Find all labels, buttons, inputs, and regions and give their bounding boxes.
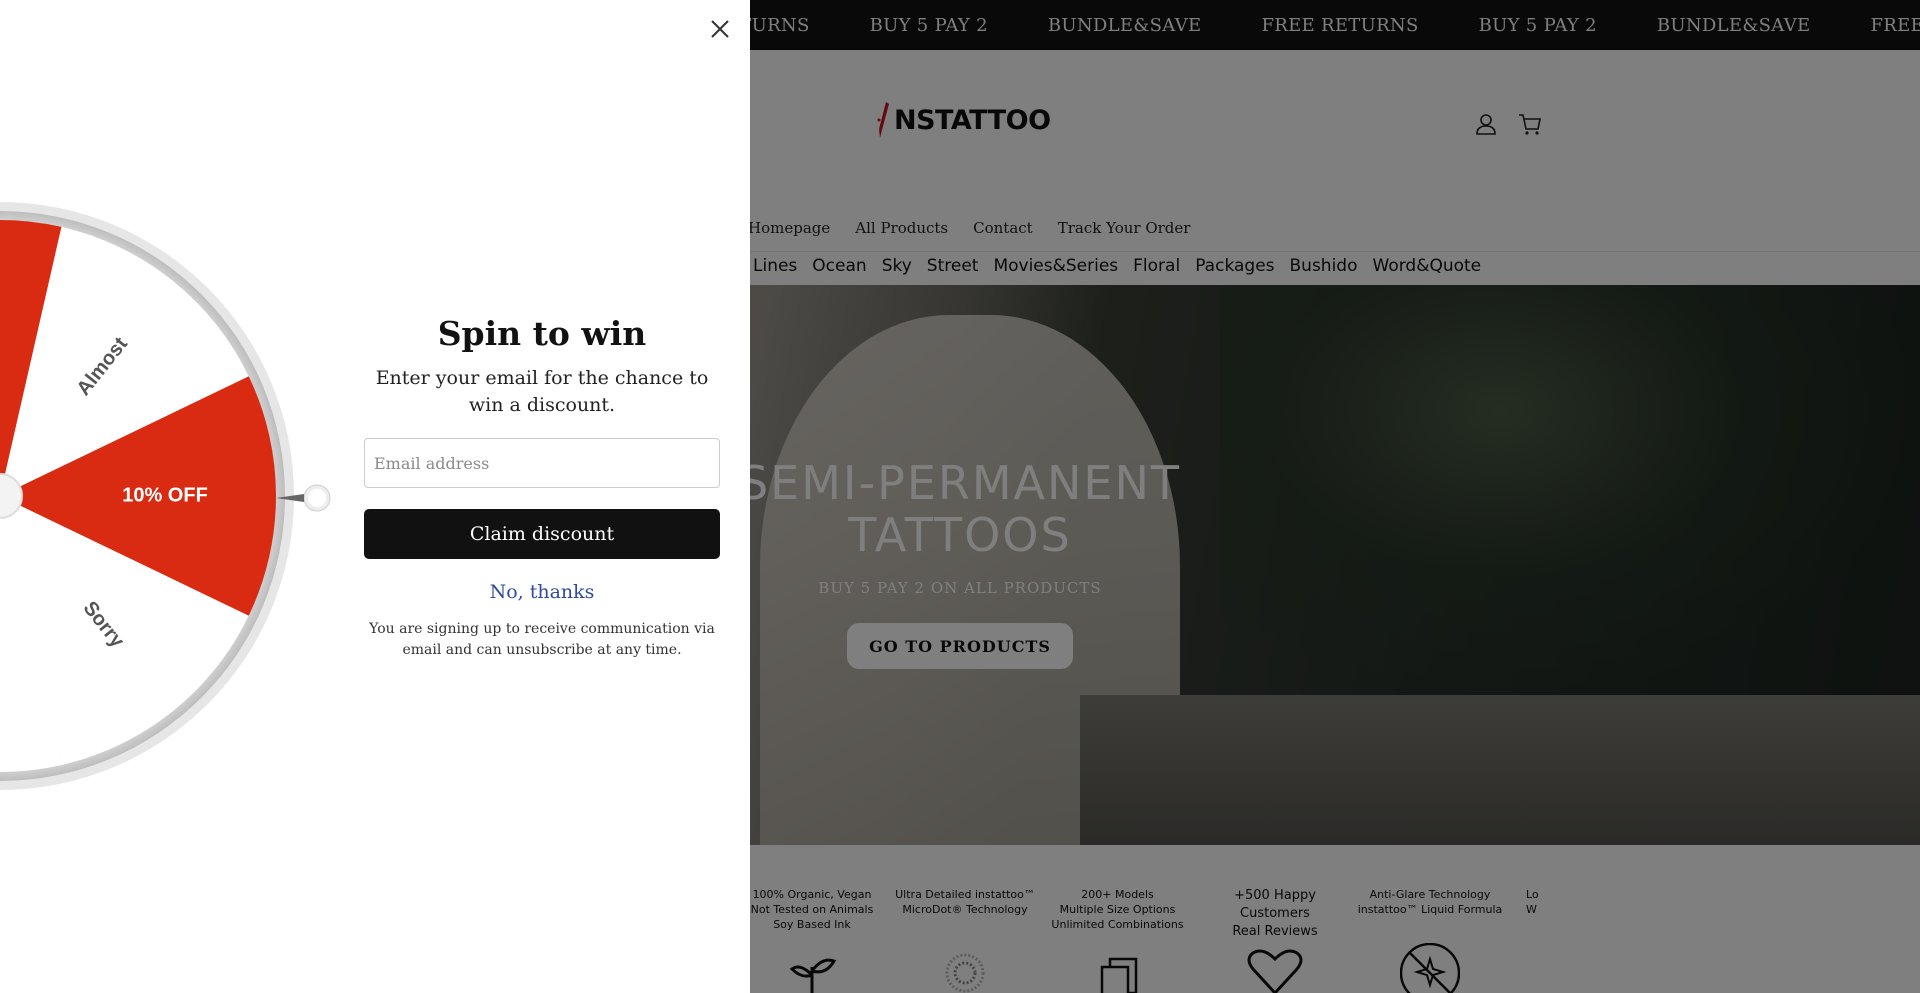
prize-wheel-graphic: 10% OFFAlmostBUY 1 GET 1 FREESorry...15%… (0, 202, 294, 790)
email-field[interactable] (364, 438, 720, 488)
spin-to-win-popup: 10% OFFAlmostBUY 1 GET 1 FREESorry...15%… (0, 0, 750, 993)
no-thanks-link[interactable]: No, thanks (364, 581, 720, 603)
popup-description: Enter your email for the chance to win a… (375, 367, 709, 416)
claim-discount-button[interactable]: Claim discount (364, 509, 720, 559)
popup-title: Spin to win (437, 314, 647, 353)
prize-wheel: 10% OFFAlmostBUY 1 GET 1 FREESorry...15%… (0, 201, 295, 791)
spin-form: Spin to win Enter your email for the cha… (364, 310, 720, 661)
popup-disclaimer: You are signing up to receive communicat… (369, 621, 715, 658)
wheel-pointer-icon (272, 481, 332, 519)
wheel-segment-label: 10% OFF (122, 484, 208, 506)
close-icon[interactable] (707, 16, 733, 42)
